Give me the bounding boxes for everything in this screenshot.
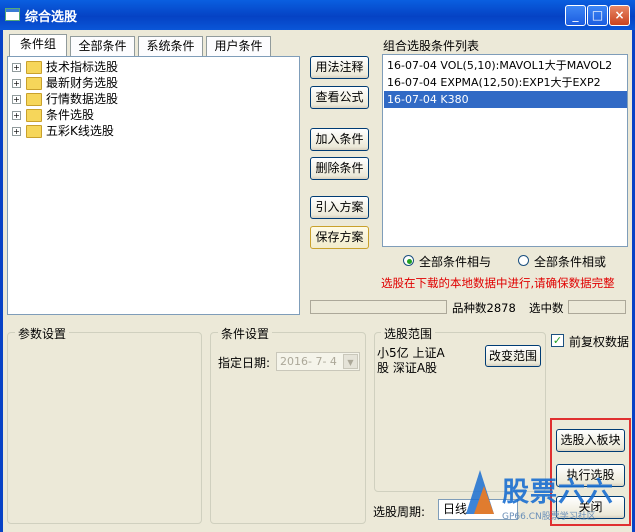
delete-condition-button[interactable]: 删除条件 — [310, 157, 369, 180]
save-plan-button[interactable]: 保存方案 — [310, 226, 369, 249]
and-radio[interactable] — [403, 255, 414, 266]
adjusted-data-checkbox[interactable]: ✓ — [551, 334, 564, 347]
tab-user-conditions[interactable]: 用户条件 — [206, 36, 271, 56]
import-plan-button[interactable]: 引入方案 — [310, 196, 369, 219]
param-settings-title: 参数设置 — [15, 325, 70, 342]
tab-condition-group[interactable]: 条件组 — [9, 34, 67, 56]
condition-settings-title: 条件设置 — [218, 325, 273, 342]
condition-list-title: 组合选股条件列表 — [383, 39, 480, 53]
watermark-url: GP66.CN股票学习社区 — [502, 512, 596, 522]
usage-notes-button[interactable]: 用法注释 — [310, 56, 369, 79]
local-data-warning: 选股在下载的本地数据中进行,请确保数据完整 — [381, 276, 615, 290]
close-window-button[interactable]: × — [609, 5, 630, 26]
tree-item-label: 技术指标选股 — [46, 60, 119, 74]
param-settings-group — [7, 332, 202, 524]
tab-all-conditions[interactable]: 全部条件 — [70, 36, 135, 56]
progress-bar — [310, 300, 447, 314]
window-frame-left — [0, 30, 3, 532]
folder-icon — [26, 61, 42, 74]
add-to-sector-button[interactable]: 选股入板块 — [556, 429, 625, 452]
change-scope-button[interactable]: 改变范围 — [485, 345, 541, 367]
and-radio-label[interactable]: 全部条件相与 — [419, 253, 491, 270]
tree-item-candlestick[interactable]: + 五彩K线选股 — [12, 123, 118, 139]
folder-icon — [26, 77, 42, 90]
condition-list[interactable]: 16-07-04 VOL(5,10):MAVOL1大于MAVOL2 16-07-… — [382, 54, 628, 247]
watermark-logo-icon — [462, 466, 498, 516]
expand-icon[interactable]: + — [12, 111, 21, 120]
date-label: 指定日期: — [218, 356, 271, 370]
selected-count-field — [568, 300, 626, 314]
period-label: 选股周期: — [373, 505, 426, 519]
variety-count: 品种数2878 — [452, 301, 516, 315]
folder-icon — [26, 125, 42, 138]
folder-icon — [26, 109, 42, 122]
expand-icon[interactable]: + — [12, 127, 21, 136]
condition-tree[interactable]: + 技术指标选股 + 最新财务选股 + 行情数据选股 + 条件选股 + 五彩K线选股 — [7, 56, 300, 315]
tree-item-label: 行情数据选股 — [46, 92, 119, 106]
title-bar[interactable] — [0, 0, 635, 30]
scope-title: 选股范围 — [381, 325, 436, 342]
tree-item-quote-data[interactable]: + 行情数据选股 — [12, 91, 118, 107]
expand-icon[interactable]: + — [12, 63, 21, 72]
or-radio-label[interactable]: 全部条件相或 — [534, 253, 606, 270]
tree-item-condition[interactable]: + 条件选股 — [12, 107, 118, 123]
condition-list-item[interactable]: 16-07-04 VOL(5,10):MAVOL1大于MAVOL2 — [384, 57, 627, 74]
tree-item-label: 五彩K线选股 — [46, 124, 114, 138]
tree-item-label: 条件选股 — [46, 108, 95, 122]
tree-item-technical[interactable]: + 技术指标选股 — [12, 59, 118, 75]
watermark-brand: 股票六六 — [502, 477, 614, 508]
tab-system-conditions[interactable]: 系统条件 — [138, 36, 203, 56]
expand-icon[interactable]: + — [12, 79, 21, 88]
window-title: 综合选股 — [25, 10, 78, 25]
selected-count-label: 选中数 — [529, 301, 564, 315]
chevron-down-icon[interactable]: ▼ — [343, 354, 358, 369]
adjusted-data-label[interactable]: 前复权数据 — [569, 333, 629, 350]
condition-list-item[interactable]: 16-07-04 EXPMA(12,50):EXP1大于EXP2 — [384, 74, 627, 91]
tree-item-label: 最新财务选股 — [46, 76, 119, 90]
tree-item-financial[interactable]: + 最新财务选股 — [12, 75, 118, 91]
minimize-button[interactable]: _ — [565, 5, 586, 26]
view-formula-button[interactable]: 查看公式 — [310, 86, 369, 109]
folder-icon — [26, 93, 42, 106]
date-value: 2016- 7- 4 — [280, 355, 337, 368]
or-radio[interactable] — [518, 255, 529, 266]
condition-list-item-selected[interactable]: 16-07-04 K380 — [384, 91, 627, 108]
window-icon — [5, 8, 20, 21]
add-condition-button[interactable]: 加入条件 — [310, 128, 369, 151]
expand-icon[interactable]: + — [12, 95, 21, 104]
maximize-button[interactable]: □ — [587, 5, 608, 26]
scope-text: 小5亿 上证A股 深证A股 — [377, 346, 445, 375]
